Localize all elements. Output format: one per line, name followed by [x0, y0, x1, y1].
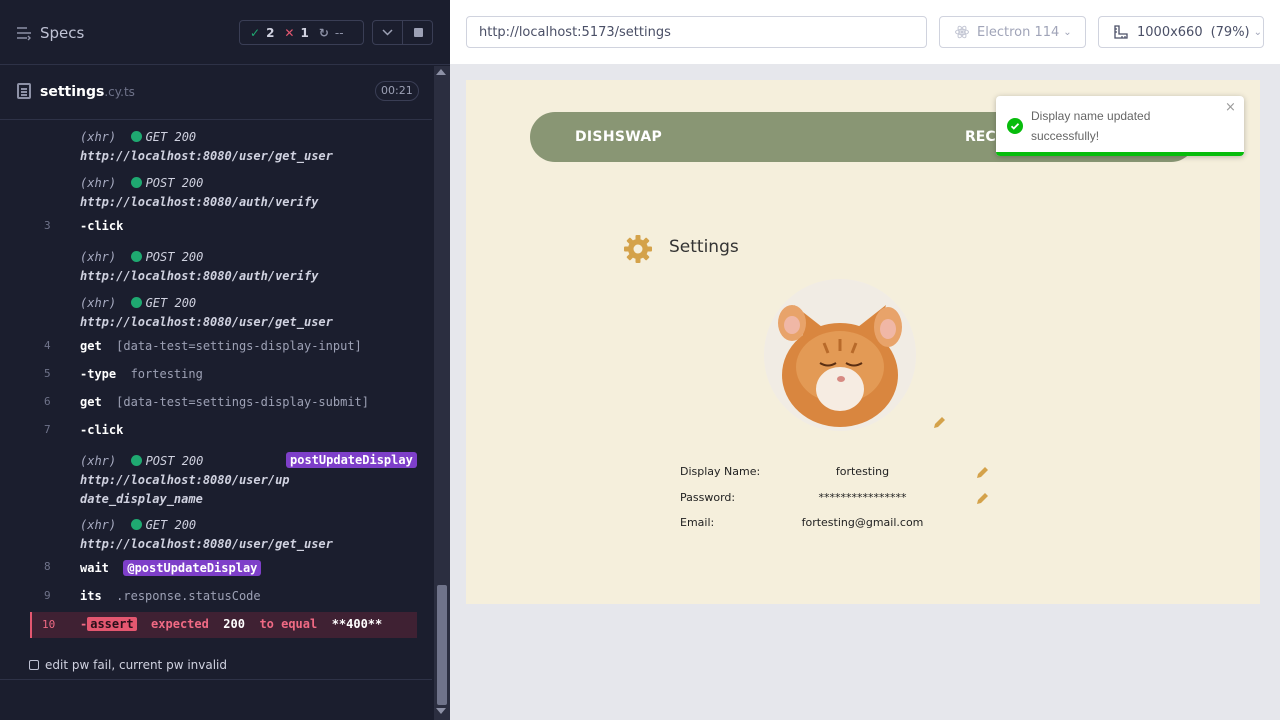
command-xhr[interactable]: (xhr) GET 200 http://localhost:8080/user…: [30, 128, 417, 166]
email-value: fortesting@gmail.com: [801, 516, 924, 529]
command-click[interactable]: 7 -click: [30, 423, 417, 443]
display-name-label: Display Name:: [680, 465, 761, 478]
aut-toolbar: http://localhost:5173/settings Electron …: [450, 0, 1280, 64]
status-dot-icon: [130, 251, 142, 262]
x-icon: ✕: [284, 25, 295, 40]
command-get[interactable]: 4 get [data-test=settings-display-input]: [30, 339, 417, 359]
status-dot-icon: [130, 177, 142, 188]
brand-logo[interactable]: DISHSWAP: [575, 129, 662, 145]
browser-selector[interactable]: Electron 114 ⌄: [939, 16, 1086, 48]
specs-label[interactable]: Specs: [40, 24, 84, 42]
document-icon: [17, 83, 31, 99]
runner-panel: Specs ✓ 2 ✕ 1 ↻ -- settings.cy.ts 00:21: [0, 0, 450, 720]
status-dot-icon: [130, 455, 142, 466]
test-stats: ✓ 2 ✕ 1 ↻ --: [239, 20, 364, 45]
alias-badge: @postUpdateDisplay: [123, 560, 262, 576]
specs-header: Specs ✓ 2 ✕ 1 ↻ --: [0, 0, 450, 65]
chevron-down-icon: ⌄: [1253, 26, 1263, 38]
password-value: ****************: [818, 491, 907, 504]
command-wait[interactable]: 8 wait @postUpdateDisplay: [30, 560, 417, 580]
passed-count: ✓ 2: [250, 25, 275, 40]
spinner-icon: ↻: [318, 25, 329, 40]
profile-avatar: [764, 279, 916, 431]
edit-password-icon[interactable]: [974, 491, 990, 507]
electron-icon: [955, 25, 969, 39]
scroll-down-icon[interactable]: [436, 708, 446, 714]
command-type[interactable]: 5 -type fortesting: [30, 367, 417, 387]
status-dot-icon: [130, 519, 142, 530]
command-xhr[interactable]: (xhr) GET 200 http://localhost:8080/user…: [30, 516, 417, 554]
display-name-value: fortesting: [835, 465, 890, 478]
gear-icon: [624, 235, 652, 263]
duration-badge: 00:21: [375, 81, 419, 101]
spec-file-name[interactable]: settings.cy.ts: [40, 84, 135, 100]
scroll-up-icon[interactable]: [436, 69, 446, 75]
edit-avatar-icon[interactable]: [931, 415, 947, 431]
ruler-icon: [1114, 25, 1128, 39]
stop-icon: [414, 28, 423, 37]
email-label: Email:: [680, 516, 715, 529]
pending-count: ↻ --: [318, 25, 344, 40]
command-xhr[interactable]: (xhr) POST 200 http://localhost:8080/aut…: [30, 248, 417, 286]
stop-button[interactable]: [403, 20, 433, 45]
command-log: (xhr) GET 200 http://localhost:8080/user…: [30, 120, 417, 640]
toast-progress-bar: [996, 152, 1244, 156]
scrollbar-thumb[interactable]: [437, 585, 447, 705]
command-its[interactable]: 9 its .response.statusCode: [30, 589, 417, 609]
page-title: Settings: [669, 237, 739, 257]
viewport-selector[interactable]: 1000x660 (79%) ⌄: [1098, 16, 1264, 48]
collapse-button[interactable]: [372, 20, 403, 45]
chevron-down-icon: ⌄: [1063, 26, 1072, 38]
alias-badge: postUpdateDisplay: [286, 452, 417, 468]
command-xhr[interactable]: (xhr) POST 200 http://localhost:8080/use…: [30, 452, 417, 509]
status-dot-icon: [130, 131, 142, 142]
status-dot-icon: [130, 297, 142, 308]
command-xhr[interactable]: (xhr) GET 200 http://localhost:8080/user…: [30, 294, 417, 332]
check-circle-icon: [1007, 118, 1023, 134]
toast-message: Display name updated successfully!: [1031, 109, 1151, 143]
menu-icon[interactable]: [16, 25, 32, 41]
app-viewport: DISHSWAP RECI Settings Display Name: for…: [466, 80, 1260, 604]
command-assert-failed[interactable]: 10 - assert expected 200 to equal **400**: [30, 612, 417, 638]
toast-notification[interactable]: Display name updated successfully! ×: [996, 96, 1244, 156]
edit-display-name-icon[interactable]: [974, 465, 990, 481]
check-icon: ✓: [250, 25, 261, 40]
password-label: Password:: [680, 491, 736, 504]
test-status-icon: [29, 660, 39, 670]
command-get[interactable]: 6 get [data-test=settings-display-submit…: [30, 395, 417, 415]
url-bar[interactable]: http://localhost:5173/settings: [466, 16, 927, 48]
command-click[interactable]: 3 -click: [30, 219, 417, 239]
test-item[interactable]: edit pw fail, current pw invalid: [0, 650, 432, 680]
chevron-down-icon: [382, 29, 393, 36]
kitten-image: [764, 279, 916, 431]
failed-count: ✕ 1: [284, 25, 309, 40]
command-xhr[interactable]: (xhr) POST 200 http://localhost:8080/aut…: [30, 174, 417, 212]
close-icon[interactable]: ×: [1225, 100, 1236, 115]
spec-file-header: settings.cy.ts 00:21: [0, 66, 432, 120]
